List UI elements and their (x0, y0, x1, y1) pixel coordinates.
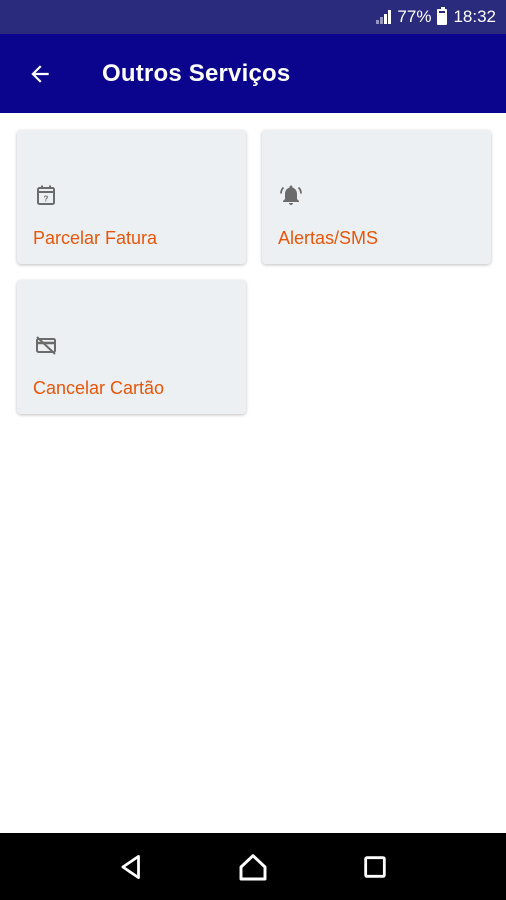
navigation-bar (0, 833, 506, 900)
nav-recents-icon (364, 855, 386, 878)
app-bar: Outros Serviços (0, 34, 506, 113)
svg-text:?: ? (44, 195, 49, 204)
status-time: 18:32 (453, 7, 496, 26)
service-label: Alertas/SMS (278, 228, 379, 248)
service-card-alertas-sms[interactable]: Alertas/SMS (262, 130, 491, 264)
signal-icon (376, 10, 392, 24)
nav-back-icon (121, 854, 140, 879)
service-label: Parcelar Fatura (33, 228, 158, 248)
arrow-back-icon (31, 64, 49, 83)
calendar-question-icon: ? (37, 185, 55, 205)
nav-home-button[interactable] (228, 842, 278, 892)
service-card-cancelar-cartao[interactable]: Cancelar Cartão (17, 280, 246, 414)
nav-recents-button[interactable] (350, 842, 400, 892)
battery-percentage: 77% (397, 7, 432, 26)
status-bar: 77% 18:32 (0, 0, 506, 34)
service-label: Cancelar Cartão (33, 378, 165, 398)
back-button[interactable] (10, 44, 70, 104)
battery-icon (437, 7, 448, 25)
nav-home-icon (239, 853, 267, 880)
page-title: Outros Serviços (102, 59, 291, 87)
services-grid: ? Parcelar Fatura Alertas/SMS Cancelar C… (17, 130, 491, 414)
service-card-parcelar-fatura[interactable]: ? Parcelar Fatura (17, 130, 246, 264)
bell-ringing-icon (280, 185, 302, 205)
credit-card-off-icon (36, 336, 56, 355)
nav-back-button[interactable] (106, 842, 156, 892)
